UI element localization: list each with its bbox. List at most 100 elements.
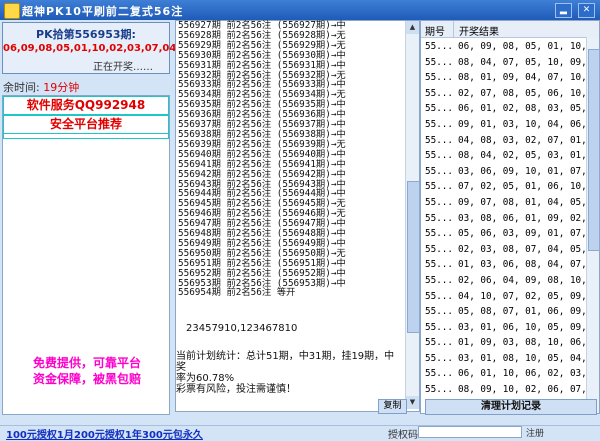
result-row[interactable]: 55... 06, 01, 10, 06, 02, 03,0... — [421, 366, 600, 382]
license-forever-link[interactable]: 300元包永久 — [142, 426, 203, 441]
result-issue-cell: 55... — [425, 56, 453, 68]
result-issue-cell: 55... — [425, 228, 453, 240]
col-result-header[interactable]: 开奖结果 — [459, 23, 499, 38]
result-row[interactable]: 55... 02, 06, 04, 09, 08, 10,0... — [421, 273, 600, 289]
col-separator — [453, 21, 454, 37]
result-issue-cell: 55... — [425, 134, 453, 146]
result-issue-cell: 55... — [425, 165, 453, 177]
result-row[interactable]: 55... 01, 09, 03, 08, 10, 06,0... — [421, 335, 600, 351]
result-issue-cell: 55... — [425, 274, 453, 286]
stats-line-2: 率为60.78% — [176, 373, 235, 384]
ad-box: 软件服务QQ992948 安全平台推荐 免费提供，可靠平台 资金保障，被黑包赔 — [2, 95, 170, 415]
result-numbers-cell: 05, 08, 07, 01, 06, 09,0... — [458, 306, 600, 318]
log-scrollbar[interactable]: ▲ ▼ — [405, 21, 420, 409]
result-row[interactable]: 55... 02, 07, 08, 05, 06, 10,0... — [421, 86, 600, 102]
result-issue-cell: 55... — [425, 103, 453, 115]
close-icon[interactable]: ✕ — [578, 3, 595, 18]
result-numbers-cell: 08, 04, 02, 05, 03, 01,0... — [458, 150, 600, 162]
minimize-icon[interactable]: ▂ — [555, 3, 572, 18]
result-numbers-cell: 08, 09, 10, 02, 06, 07,0... — [458, 384, 600, 396]
countdown-timer: 余时间: 19分钟 — [3, 79, 79, 95]
window-title: 超神PK10平刷前二复式56注 — [22, 5, 184, 18]
result-issue-cell: 55... — [425, 243, 453, 255]
result-row[interactable]: 55... 01, 03, 06, 08, 04, 07,0... — [421, 257, 600, 273]
result-issue-cell: 55... — [425, 368, 453, 380]
result-issue-cell: 55... — [425, 196, 453, 208]
results-scrollbar-thumb[interactable] — [588, 49, 600, 251]
result-issue-cell: 55... — [425, 306, 453, 318]
result-numbers-cell: 06, 01, 10, 06, 02, 03,0... — [458, 368, 600, 380]
result-row[interactable]: 55... 05, 08, 07, 01, 06, 09,0... — [421, 304, 600, 320]
left-panel: PK拾第556953期: 06,09,08,05,01,10,02,03,07,… — [0, 20, 177, 425]
result-row[interactable]: 55... 09, 01, 03, 10, 04, 06,0... — [421, 117, 600, 133]
app-icon — [4, 3, 20, 19]
result-row[interactable]: 55... 03, 01, 08, 10, 05, 04,0... — [421, 351, 600, 367]
result-row[interactable]: 55... 03, 08, 06, 01, 09, 02,1... — [421, 211, 600, 227]
copy-button[interactable]: 复制 — [378, 399, 407, 414]
plan-log-line: 556942期 前2名56注 (556942期)→中 — [178, 168, 346, 180]
result-row[interactable]: 55... 09, 07, 08, 01, 04, 05,0... — [421, 195, 600, 211]
result-numbers-cell: 07, 02, 05, 01, 06, 10,0... — [458, 181, 600, 193]
result-row[interactable]: 55... 04, 08, 03, 02, 07, 01,0... — [421, 133, 600, 149]
register-button[interactable]: 注册 — [526, 426, 544, 439]
result-issue-cell: 55... — [425, 181, 453, 193]
result-row[interactable]: 55... 07, 02, 05, 01, 06, 10,0... — [421, 179, 600, 195]
result-numbers-cell: 02, 03, 08, 07, 04, 05,0... — [458, 243, 600, 255]
result-numbers-cell: 04, 08, 03, 02, 07, 01,0... — [458, 134, 600, 146]
result-row[interactable]: 55... 03, 06, 09, 10, 01, 07,0... — [421, 164, 600, 180]
plan-statistics: 当前计划统计：总计51期，中31期，挂19期，中奖 率为60.78% 彩票有风险… — [176, 351, 401, 395]
result-row[interactable]: 55... 08, 01, 09, 04, 07, 10,0... — [421, 70, 600, 86]
platform-recommend-link[interactable]: 安全平台推荐 — [3, 115, 169, 134]
plan-log-panel[interactable]: 556927期 前2名56注 (556927期)→中 556928期 前2名56注… — [175, 20, 420, 412]
result-numbers-cell: 05, 06, 03, 09, 01, 07,0... — [458, 228, 600, 240]
timer-value: 19分钟 — [43, 81, 80, 94]
result-issue-cell: 55... — [425, 259, 453, 271]
result-row[interactable]: 55... 06, 09, 08, 05, 01, 10,0... — [421, 39, 600, 55]
result-issue-cell: 55... — [425, 337, 453, 349]
license-1-year-link[interactable]: 200元授权1年 — [74, 426, 142, 441]
result-issue-cell: 55... — [425, 41, 453, 52]
result-row[interactable]: 55... 03, 01, 06, 10, 05, 09,0... — [421, 320, 600, 336]
result-row[interactable]: 55... 08, 09, 10, 02, 06, 07,0... — [421, 382, 600, 398]
clear-plan-button[interactable]: 清理计划记录 — [425, 399, 597, 415]
result-issue-cell: 55... — [425, 352, 453, 364]
result-row[interactable]: 55... 05, 06, 03, 09, 01, 07,0... — [421, 226, 600, 242]
result-numbers-cell: 06, 01, 02, 08, 03, 05,0... — [458, 103, 600, 115]
result-issue-cell: 55... — [425, 87, 453, 99]
result-numbers-cell: 08, 01, 09, 04, 07, 10,0... — [458, 72, 600, 84]
service-qq-link[interactable]: 软件服务QQ992948 — [3, 96, 169, 115]
stats-line-3: 彩票有风险，投注需谨慎！ — [176, 384, 296, 395]
issue-numbers: 06,09,08,05,01,10,02,03,07,04 — [3, 43, 177, 54]
current-issue-box: PK拾第556953期: 06,09,08,05,01,10,02,03,07,… — [2, 22, 177, 74]
result-numbers-cell: 08, 04, 07, 05, 10, 09,0... — [458, 56, 600, 68]
scroll-down-icon[interactable]: ▼ — [406, 396, 419, 409]
timer-label: 余时间: — [3, 81, 40, 94]
results-scrollbar[interactable] — [586, 37, 600, 413]
license-1-month-link[interactable]: 100元授权1月 — [6, 426, 74, 441]
auth-code-input[interactable] — [418, 426, 522, 438]
plan-log-line: 556954期 前2名56注 等开 — [178, 287, 296, 299]
scroll-up-icon[interactable]: ▲ — [406, 21, 419, 34]
plan-numbers: 23457910,123467810 — [186, 323, 298, 334]
promo-line-1: 免费提供，可靠平台 — [32, 356, 141, 370]
result-issue-cell: 55... — [425, 321, 453, 333]
result-issue-cell: 55... — [425, 118, 453, 130]
stats-line-1: 当前计划统计：总计51期，中31期，挂19期，中奖 — [176, 351, 395, 373]
result-issue-cell: 55... — [425, 72, 453, 84]
result-row[interactable]: 55... 08, 04, 02, 05, 03, 01,0... — [421, 148, 600, 164]
scrollbar-thumb[interactable] — [407, 181, 420, 333]
result-numbers-cell: 04, 10, 07, 02, 05, 09,0... — [458, 290, 600, 302]
col-issue-header[interactable]: 期号 — [425, 23, 445, 38]
result-row[interactable]: 55... 06, 01, 02, 08, 03, 05,0... — [421, 101, 600, 117]
title-bar: 超神PK10平刷前二复式56注 ▂ ✕ — [0, 0, 600, 20]
result-row[interactable]: 55... 08, 04, 07, 05, 10, 09,0... — [421, 55, 600, 71]
result-numbers-cell: 03, 06, 09, 10, 01, 07,0... — [458, 165, 600, 177]
result-row[interactable]: 55... 02, 03, 08, 07, 04, 05,0... — [421, 242, 600, 258]
result-numbers-cell: 03, 08, 06, 01, 09, 02,1... — [458, 212, 600, 224]
result-numbers-cell: 02, 07, 08, 05, 06, 10,0... — [458, 87, 600, 99]
plan-log-list: 556927期 前2名56注 (556927期)→中 556928期 前2名56注… — [178, 21, 400, 298]
results-table-header: 期号 开奖结果 — [421, 21, 599, 38]
result-row[interactable]: 55... 04, 10, 07, 02, 05, 09,0... — [421, 289, 600, 305]
bottom-bar: 100元授权1月 200元授权1年 300元包永久 授权码: 注册 — [0, 425, 600, 441]
results-table-body: 55... 06, 09, 08, 05, 01, 10,0... 55... 08,… — [421, 39, 600, 413]
